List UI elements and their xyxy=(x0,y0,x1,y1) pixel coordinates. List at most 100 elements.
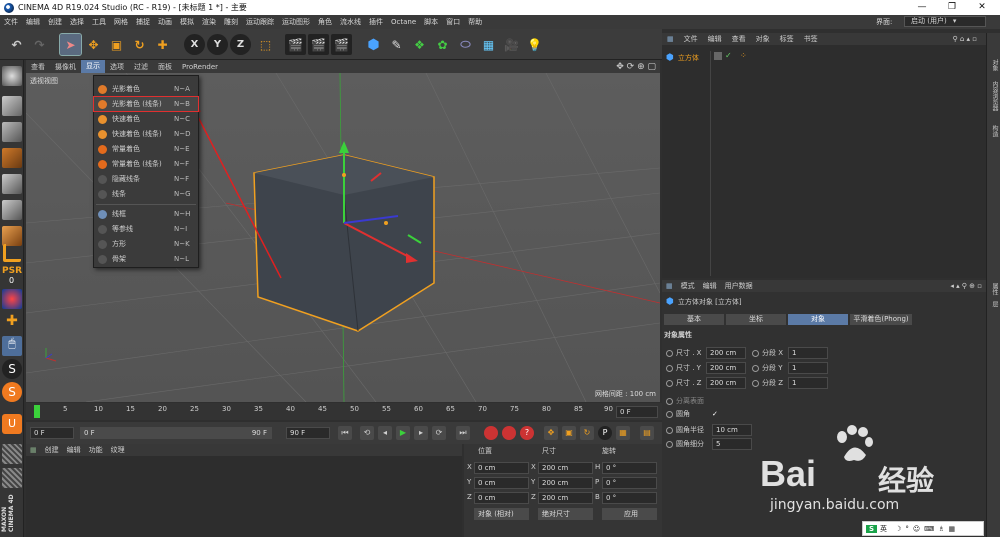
dock-tab-layers[interactable]: 层 xyxy=(989,301,999,307)
dd-isoparms[interactable]: 等参线 N~I xyxy=(94,222,198,236)
s-tool-icon[interactable]: S xyxy=(2,359,22,379)
anim-radio[interactable] xyxy=(666,397,673,405)
pen-spline-icon[interactable]: ✎ xyxy=(386,34,407,55)
snap-icon[interactable] xyxy=(2,289,22,309)
layout-select[interactable]: 启动 (用户) ▾ xyxy=(904,16,986,27)
dock-tab-structure[interactable]: 构造 xyxy=(989,125,999,137)
dd-hidden-line[interactable]: 隐藏线条 N~F xyxy=(94,172,198,186)
vp-menu-display[interactable]: 显示 xyxy=(81,60,105,73)
keyframe-selection-icon[interactable]: ? xyxy=(520,426,534,440)
attr-nav-icons[interactable]: ◂ ▴ ⚲ ⊕ ▫ xyxy=(950,282,982,290)
seg-z-input[interactable]: 1 xyxy=(788,377,828,389)
menu-motion-tracking[interactable]: 运动跟踪 xyxy=(242,17,278,27)
current-frame-field[interactable]: 0 F xyxy=(616,406,658,418)
deformer-icon[interactable]: ⬭ xyxy=(455,34,476,55)
render-picture-viewer-icon[interactable]: 🎬 xyxy=(308,34,329,55)
render-view-icon[interactable]: 🎬 xyxy=(285,34,306,55)
pos-y-field[interactable]: 0 cm xyxy=(474,477,529,489)
z-axis-icon[interactable]: Z xyxy=(230,34,251,55)
light-icon[interactable]: 💡 xyxy=(524,34,545,55)
attr-menu-mode[interactable]: 模式 xyxy=(677,281,699,291)
tab-phong[interactable]: 平滑着色(Phong) xyxy=(850,314,912,325)
prev-frame-icon[interactable]: ◂ xyxy=(378,426,392,440)
anim-radio[interactable] xyxy=(666,349,673,357)
rot-b-field[interactable]: 0 ° xyxy=(602,492,657,504)
prev-key-icon[interactable]: ⟲ xyxy=(360,426,374,440)
go-to-start-icon[interactable]: ⏮ xyxy=(338,426,352,440)
anim-radio[interactable] xyxy=(752,364,759,372)
mat-menu-function[interactable]: 功能 xyxy=(85,445,107,455)
next-frame-icon[interactable]: ▸ xyxy=(414,426,428,440)
dd-box[interactable]: 方形 N~K xyxy=(94,237,198,251)
ime-tool-icons[interactable]: ☽°☺⌨♗▦ xyxy=(895,525,959,533)
autokey-icon[interactable] xyxy=(502,426,516,440)
anim-radio[interactable] xyxy=(666,440,673,448)
mouse-icon[interactable]: 🖱 xyxy=(2,336,22,356)
key-rotation-icon[interactable]: ↻ xyxy=(580,426,594,440)
seg-x-input[interactable]: 1 xyxy=(788,347,828,359)
key-scale-icon[interactable]: ▣ xyxy=(562,426,576,440)
dd-constant-shading[interactable]: 常量着色 N~E xyxy=(94,142,198,156)
anim-radio[interactable] xyxy=(752,349,759,357)
edges-mode-icon[interactable] xyxy=(2,200,22,220)
points-mode-icon[interactable] xyxy=(2,174,22,194)
menu-pipeline[interactable]: 流水线 xyxy=(336,17,365,27)
menu-render[interactable]: 渲染 xyxy=(198,17,220,27)
maximize-button[interactable]: ❐ xyxy=(938,0,966,15)
layer-manager-icon[interactable] xyxy=(2,468,22,488)
obj-menu-object[interactable]: 对象 xyxy=(751,34,775,44)
cube-object-icon[interactable]: ⬢ xyxy=(363,34,384,55)
obj-menu-file[interactable]: 文件 xyxy=(679,34,703,44)
anim-radio[interactable] xyxy=(666,410,673,418)
move-icon[interactable]: ✥ xyxy=(83,34,104,55)
menu-mograph[interactable]: 运动图形 xyxy=(278,17,314,27)
texture-mode-icon[interactable] xyxy=(2,122,22,142)
menu-character[interactable]: 角色 xyxy=(314,17,336,27)
quantize-icon[interactable]: ✚ xyxy=(2,313,22,333)
cloner-icon[interactable]: ✿ xyxy=(432,34,453,55)
seg-y-input[interactable]: 1 xyxy=(788,362,828,374)
timeline-window-icon[interactable]: ▤ xyxy=(640,426,654,440)
obj-menu-view[interactable]: 查看 xyxy=(727,34,751,44)
dd-quick-shading[interactable]: 快速着色 N~C xyxy=(94,112,198,126)
size-z-input[interactable]: 200 cm xyxy=(706,377,746,389)
menu-sculpt[interactable]: 雕刻 xyxy=(220,17,242,27)
workplane-icon[interactable] xyxy=(2,148,22,168)
camera-icon[interactable]: 🎥 xyxy=(501,34,522,55)
end-frame-field[interactable]: 90 F xyxy=(286,427,330,439)
redo-icon[interactable]: ↷ xyxy=(29,34,50,55)
pos-x-field[interactable]: 0 cm xyxy=(474,462,529,474)
sogou-icon[interactable]: S xyxy=(866,524,878,533)
polygons-mode-icon[interactable] xyxy=(2,226,22,246)
menu-snap[interactable]: 捕捉 xyxy=(132,17,154,27)
coord-mode-select[interactable]: 对象 (相对) xyxy=(474,508,529,520)
fillet-radius-input[interactable]: 10 cm xyxy=(712,424,752,436)
go-to-end-icon[interactable]: ⏭ xyxy=(456,426,470,440)
scale-icon[interactable]: ▣ xyxy=(106,34,127,55)
key-position-icon[interactable]: ✥ xyxy=(544,426,558,440)
dock-tab-content-browser[interactable]: 内容浏览器 xyxy=(989,81,999,111)
menu-octane[interactable]: Octane xyxy=(387,18,420,26)
tab-coord[interactable]: 坐标 xyxy=(726,314,786,325)
menu-file[interactable]: 文件 xyxy=(0,17,22,27)
vp-menu-panel[interactable]: 面板 xyxy=(153,62,177,72)
dd-wireframe[interactable]: 线框 N~H xyxy=(94,207,198,221)
magnet-icon[interactable]: U xyxy=(2,414,22,434)
apply-button[interactable]: 应用 xyxy=(602,508,657,520)
anim-radio[interactable] xyxy=(666,379,673,387)
size-x-field[interactable]: 200 cm xyxy=(538,462,593,474)
tag-icon[interactable]: ⁘ xyxy=(740,51,747,60)
tab-object[interactable]: 对象 xyxy=(788,314,848,325)
size-y-input[interactable]: 200 cm xyxy=(706,362,746,374)
menu-tools[interactable]: 工具 xyxy=(88,17,110,27)
dd-skeleton[interactable]: 骨架 N~L xyxy=(94,252,198,266)
obj-menu-bookmarks[interactable]: 书签 xyxy=(799,34,823,44)
size-y-field[interactable]: 200 cm xyxy=(538,477,593,489)
y-axis-icon[interactable]: Y xyxy=(207,34,228,55)
anim-radio[interactable] xyxy=(666,426,673,434)
playhead-marker[interactable] xyxy=(34,405,40,418)
enable-axis-icon[interactable] xyxy=(3,244,21,262)
start-frame-field[interactable]: 0 F xyxy=(30,427,74,439)
dock-tab-objects[interactable]: 对象 xyxy=(989,59,999,71)
menu-help[interactable]: 帮助 xyxy=(464,17,486,27)
